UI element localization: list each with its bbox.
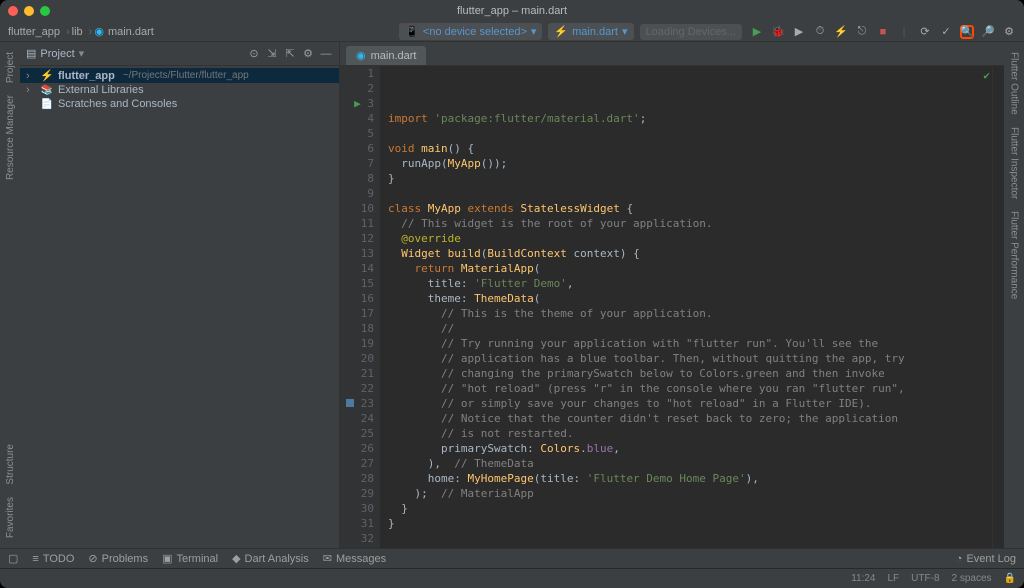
flutter-inspector-tool-button[interactable]: Flutter Inspector bbox=[1009, 127, 1020, 199]
left-tool-strip: Project Resource Manager Structure Favor… bbox=[0, 42, 20, 548]
run-configuration-selector[interactable]: main.dart ▾ bbox=[548, 23, 633, 40]
chevron-right-icon[interactable]: › bbox=[26, 84, 36, 96]
structure-tool-button[interactable]: Structure bbox=[5, 444, 16, 485]
maximize-window-button[interactable] bbox=[40, 6, 50, 16]
device-selector[interactable]: 📱 <no device selected> ▾ bbox=[399, 23, 542, 40]
library-icon bbox=[40, 84, 54, 96]
editor-code-area[interactable]: ✔ import 'package:flutter/material.dart'… bbox=[380, 66, 992, 548]
project-tool-button[interactable]: Project bbox=[5, 52, 16, 83]
favorites-tool-button[interactable]: Favorites bbox=[5, 497, 16, 538]
profile-button[interactable]: ⏱ bbox=[813, 25, 827, 39]
git-update-button[interactable]: ⟳ bbox=[918, 25, 932, 39]
flutter-performance-tool-button[interactable]: Flutter Performance bbox=[1009, 211, 1020, 299]
hide-tool-windows-button[interactable]: ▢ bbox=[8, 552, 18, 565]
editor-gutter[interactable]: 12▶ 345678910111213141516171819202122 23… bbox=[340, 66, 380, 548]
divider: | bbox=[897, 25, 911, 39]
event-log-button[interactable]: ◔Event Log bbox=[956, 553, 1016, 565]
dart-file-icon bbox=[94, 25, 104, 38]
resource-manager-tool-button[interactable]: Resource Manager bbox=[5, 95, 16, 180]
project-view-label[interactable]: Project bbox=[40, 48, 74, 60]
chevron-right-icon: › bbox=[89, 26, 93, 38]
debug-button[interactable]: 🐞 bbox=[771, 25, 785, 39]
project-view-icon: ▤ bbox=[26, 47, 36, 60]
git-commit-button[interactable]: ✓ bbox=[939, 25, 953, 39]
run-button[interactable]: ▶ bbox=[750, 25, 764, 39]
expand-all-button[interactable]: ⇲ bbox=[265, 47, 279, 60]
hot-reload-button[interactable]: ⚡ bbox=[834, 25, 848, 39]
window-title: flutter_app – main.dart bbox=[457, 5, 567, 17]
external-libraries-node[interactable]: › External Libraries bbox=[20, 83, 339, 97]
chevron-down-icon[interactable]: ▾ bbox=[79, 47, 85, 60]
minimize-window-button[interactable] bbox=[24, 6, 34, 16]
breadcrumb-folder[interactable]: lib bbox=[72, 26, 83, 38]
close-window-button[interactable] bbox=[8, 6, 18, 16]
attach-button[interactable]: ⎋ bbox=[855, 25, 869, 39]
window-titlebar: flutter_app – main.dart bbox=[0, 0, 1024, 22]
flutter-project-icon bbox=[40, 69, 54, 82]
breadcrumb-root[interactable]: flutter_app bbox=[8, 26, 60, 38]
breadcrumb-file[interactable]: main.dart bbox=[108, 26, 154, 38]
coverage-button[interactable]: ▶ bbox=[792, 25, 806, 39]
file-encoding[interactable]: UTF-8 bbox=[911, 573, 939, 584]
chevron-down-icon: ▾ bbox=[531, 25, 537, 38]
code-editor[interactable]: 12▶ 345678910111213141516171819202122 23… bbox=[340, 66, 1004, 548]
project-panel: ▤ Project ▾ ⊙ ⇲ ⇱ ⚙ — › flutter_app ~/Pr… bbox=[20, 42, 340, 548]
readonly-lock-icon[interactable]: 🔒 bbox=[1004, 573, 1016, 584]
flutter-outline-tool-button[interactable]: Flutter Outline bbox=[1009, 52, 1020, 115]
line-separator[interactable]: LF bbox=[888, 573, 900, 584]
project-root-node[interactable]: › flutter_app ~/Projects/Flutter/flutter… bbox=[20, 68, 339, 83]
search-icon[interactable]: 🔎 bbox=[981, 25, 995, 39]
hide-panel-button[interactable]: — bbox=[319, 48, 333, 60]
chevron-right-icon[interactable]: › bbox=[26, 70, 36, 82]
editor-tab-main[interactable]: main.dart bbox=[346, 46, 426, 65]
chevron-right-icon: › bbox=[66, 26, 70, 38]
status-bar: 11:24 LF UTF-8 2 spaces 🔒 bbox=[0, 568, 1024, 588]
problems-tool-button[interactable]: ⊘Problems bbox=[88, 552, 148, 565]
bottom-tool-bar: ▢ ≡TODO ⊘Problems ▣Terminal ◆Dart Analys… bbox=[0, 548, 1024, 568]
messages-tool-button[interactable]: ✉Messages bbox=[323, 552, 386, 565]
indent-status[interactable]: 2 spaces bbox=[952, 573, 992, 584]
scratch-icon bbox=[40, 98, 54, 110]
dart-analysis-tool-button[interactable]: ◆Dart Analysis bbox=[232, 552, 309, 565]
navigation-bar: flutter_app › lib › main.dart 📱 <no devi… bbox=[0, 22, 1024, 42]
search-everywhere-button[interactable]: 🔍 bbox=[960, 25, 974, 39]
editor-marker-bar[interactable] bbox=[992, 66, 1004, 548]
dart-file-icon bbox=[356, 49, 366, 62]
inspection-ok-icon[interactable]: ✔ bbox=[983, 68, 990, 83]
loading-devices-indicator: Loading Devices... bbox=[640, 24, 743, 40]
collapse-all-button[interactable]: ⇱ bbox=[283, 47, 297, 60]
project-tree[interactable]: › flutter_app ~/Projects/Flutter/flutter… bbox=[20, 66, 339, 548]
stop-button[interactable]: ■ bbox=[876, 25, 890, 39]
scratches-node[interactable]: Scratches and Consoles bbox=[20, 97, 339, 111]
editor-tabs: main.dart bbox=[340, 42, 1004, 66]
phone-icon: 📱 bbox=[405, 25, 419, 38]
settings-icon[interactable]: ⚙ bbox=[1002, 25, 1016, 39]
caret-position[interactable]: 11:24 bbox=[851, 573, 875, 584]
settings-gear-icon[interactable]: ⚙ bbox=[301, 47, 315, 60]
chevron-down-icon: ▾ bbox=[622, 25, 628, 38]
right-tool-strip: Flutter Outline Flutter Inspector Flutte… bbox=[1004, 42, 1024, 548]
todo-tool-button[interactable]: ≡TODO bbox=[32, 553, 74, 565]
select-opened-file-button[interactable]: ⊙ bbox=[247, 47, 261, 60]
flutter-icon bbox=[554, 25, 568, 38]
terminal-tool-button[interactable]: ▣Terminal bbox=[162, 552, 218, 565]
